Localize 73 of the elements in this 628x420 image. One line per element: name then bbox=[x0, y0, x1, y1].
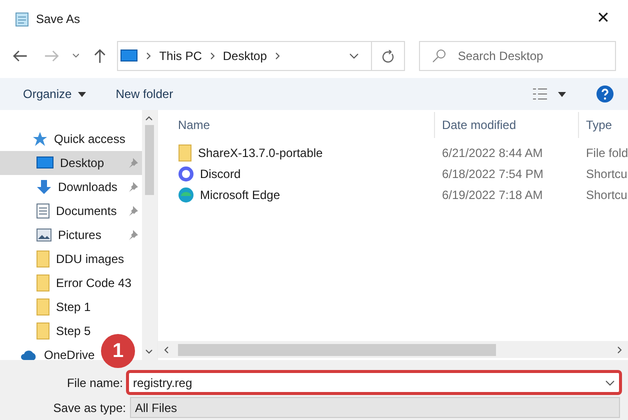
breadcrumb[interactable]: Desktop bbox=[222, 47, 267, 65]
field-label: File name: bbox=[66, 374, 124, 392]
horizontal-scrollbar[interactable] bbox=[158, 341, 628, 358]
column-header[interactable]: Type bbox=[578, 112, 628, 138]
refresh-icon bbox=[382, 50, 394, 62]
download-arrow-icon bbox=[36, 179, 52, 195]
column-header[interactable]: Name bbox=[158, 116, 434, 134]
file-name-input[interactable]: registry.reg bbox=[133, 374, 605, 392]
sidebar-item[interactable]: Pictures bbox=[0, 223, 142, 247]
chevron-down-icon[interactable] bbox=[605, 380, 615, 386]
chevron-right-icon bbox=[146, 52, 152, 60]
view-list-icon[interactable] bbox=[532, 88, 548, 100]
new-folder-button[interactable]: New folder bbox=[116, 85, 174, 103]
folder-icon bbox=[36, 250, 50, 268]
chevron-right-icon[interactable] bbox=[617, 346, 622, 354]
file-name[interactable]: Microsoft Edge bbox=[200, 186, 280, 204]
search-input[interactable]: Search Desktop bbox=[458, 47, 608, 65]
scrollbar[interactable] bbox=[142, 110, 157, 360]
sidebar-item[interactable]: DDU images bbox=[0, 247, 142, 271]
chevron-right-icon bbox=[274, 52, 280, 60]
sidebar-item[interactable]: Step 1 bbox=[0, 295, 142, 319]
breadcrumb[interactable]: This PC bbox=[159, 47, 202, 65]
chevron-left-icon[interactable] bbox=[164, 346, 169, 354]
back-arrow-icon[interactable] bbox=[12, 49, 28, 63]
date-cell-text: 6/18/2022 7:54 PM bbox=[440, 166, 544, 182]
file-name-field[interactable]: registry.reg bbox=[126, 370, 622, 395]
chevron-right-icon bbox=[210, 52, 215, 60]
window-title: Save As bbox=[36, 11, 80, 28]
file-name[interactable]: Discord bbox=[200, 164, 241, 182]
folder-icon bbox=[36, 298, 50, 316]
chevron-down-icon[interactable] bbox=[348, 53, 359, 59]
monitor-icon bbox=[36, 156, 54, 170]
cloud-icon bbox=[20, 349, 38, 360]
field-label: Save as type: bbox=[52, 400, 127, 416]
monitor-icon bbox=[120, 49, 138, 63]
document-icon bbox=[36, 203, 50, 219]
sidebar-item[interactable]: Documents bbox=[0, 199, 142, 223]
step-badge: 1 bbox=[101, 334, 135, 368]
sidebar-item[interactable]: Downloads bbox=[0, 175, 142, 199]
scroll-thumb[interactable] bbox=[144, 125, 154, 195]
folder-icon bbox=[36, 274, 50, 292]
file-type-dropdown[interactable]: All Files bbox=[130, 397, 620, 418]
up-arrow-icon[interactable] bbox=[93, 48, 108, 64]
date-cell-text: 6/21/2022 8:44 AM bbox=[440, 144, 544, 162]
date-cell-text: 6/19/2022 7:18 AM bbox=[440, 186, 544, 204]
column-header[interactable]: Date modified bbox=[434, 112, 578, 138]
help-icon[interactable] bbox=[596, 85, 614, 103]
type-cell-text: Shortcu bbox=[584, 166, 628, 182]
caret-icon[interactable] bbox=[558, 92, 566, 96]
folder-icon bbox=[178, 144, 192, 162]
sidebar-item[interactable]: OneDrive bbox=[0, 343, 99, 360]
chevron-down-icon[interactable] bbox=[72, 53, 80, 59]
shortcut-app-icon bbox=[178, 186, 194, 202]
search-icon bbox=[432, 49, 446, 63]
close-button[interactable]: ✕ bbox=[588, 5, 618, 33]
type-cell-text: File fold bbox=[584, 144, 628, 162]
type-cell-text: Shortcu bbox=[584, 186, 628, 204]
sidebar-item[interactable]: Error Code 43 bbox=[0, 271, 142, 295]
star-icon bbox=[32, 131, 48, 147]
file-name[interactable]: ShareX-13.7.0-portable bbox=[198, 144, 323, 162]
shortcut-app-icon bbox=[178, 166, 194, 182]
sidebar-item[interactable]: Quick access bbox=[0, 127, 142, 151]
address-bar[interactable]: This PC Desktop bbox=[117, 41, 405, 71]
picture-icon bbox=[36, 228, 52, 242]
caret-icon bbox=[78, 92, 86, 96]
chevron-up-icon[interactable] bbox=[145, 116, 154, 121]
chevron-down-icon[interactable] bbox=[145, 349, 154, 354]
organize-button[interactable]: Organize bbox=[23, 85, 86, 103]
search-field[interactable]: Search Desktop bbox=[418, 41, 616, 71]
notepad-icon bbox=[14, 11, 30, 27]
scroll-thumb[interactable] bbox=[178, 344, 496, 356]
folder-icon bbox=[36, 322, 50, 340]
sidebar-item[interactable]: Desktop bbox=[0, 151, 142, 175]
